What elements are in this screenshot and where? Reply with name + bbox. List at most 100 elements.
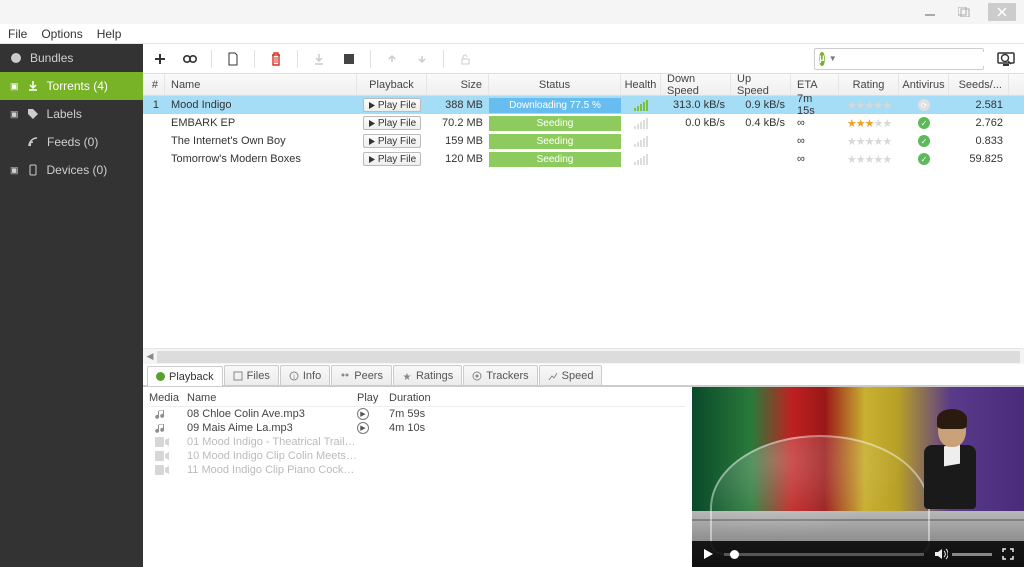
menu-options[interactable]: Options <box>41 27 82 41</box>
files-header: Media Name Play Duration <box>149 389 686 407</box>
file-row[interactable]: 10 Mood Indigo Clip Colin Meets Chl... <box>149 449 686 463</box>
torrent-row[interactable]: Tomorrow's Modern BoxesPlay File120 MBSe… <box>143 150 1024 168</box>
start-button[interactable] <box>310 50 328 68</box>
window-close-button[interactable] <box>988 3 1016 21</box>
menu-file[interactable]: File <box>8 27 27 41</box>
add-url-button[interactable] <box>181 50 199 68</box>
file-row[interactable]: 01 Mood Indigo - Theatrical Trailer.m... <box>149 435 686 449</box>
col-eta[interactable]: ETA <box>791 74 839 95</box>
cell-up: 0.4 kB/s <box>731 114 791 132</box>
window-minimize-button[interactable] <box>920 4 940 20</box>
cell-size: 120 MB <box>427 150 489 168</box>
cell-down <box>661 132 731 150</box>
sidebar-item-label: Labels <box>47 107 82 121</box>
expand-icon: ▣ <box>10 81 19 92</box>
col-file-name[interactable]: Name <box>187 392 357 404</box>
col-duration[interactable]: Duration <box>389 392 469 404</box>
play-file-button[interactable]: Play File <box>363 152 421 166</box>
bundles-icon <box>10 52 22 64</box>
cell-playback: Play File <box>357 114 427 132</box>
file-row[interactable]: 09 Mais Aime La.mp3▶4m 10s <box>149 421 686 435</box>
toolbar: µ ▼ <box>143 44 1024 74</box>
cell-down <box>661 150 731 168</box>
cell-health <box>621 150 661 168</box>
col-num[interactable]: # <box>143 74 165 95</box>
col-size[interactable]: Size <box>427 74 489 95</box>
cell-size: 70.2 MB <box>427 114 489 132</box>
col-down[interactable]: Down Speed <box>661 74 731 95</box>
col-health[interactable]: Health <box>621 74 661 95</box>
video-volume[interactable] <box>934 548 992 560</box>
file-play-button[interactable]: ▶ <box>357 408 369 420</box>
remote-button[interactable] <box>996 49 1016 69</box>
svg-text:★: ★ <box>403 372 412 381</box>
tab-files[interactable]: Files <box>224 365 279 385</box>
sidebar-item-devices[interactable]: ▣ Devices (0) <box>0 156 143 184</box>
add-torrent-button[interactable] <box>151 50 169 68</box>
remove-button[interactable] <box>267 50 285 68</box>
cell-size: 159 MB <box>427 132 489 150</box>
expand-icon: ▣ <box>10 165 19 176</box>
search-box[interactable]: µ ▼ <box>814 48 984 70</box>
create-torrent-button[interactable] <box>224 50 242 68</box>
file-duration: 7m 59s <box>389 408 469 420</box>
files-icon <box>233 371 243 381</box>
sidebar-item-labels[interactable]: ▣ Labels <box>0 100 143 128</box>
col-rating[interactable]: Rating <box>839 74 899 95</box>
window-maximize-button[interactable] <box>954 4 974 20</box>
file-play-button[interactable]: ▶ <box>357 422 369 434</box>
sidebar-item-feeds[interactable]: Feeds (0) <box>0 128 143 156</box>
chevron-down-icon[interactable]: ▼ <box>829 54 837 63</box>
video-play-button[interactable] <box>702 548 714 560</box>
speed-icon <box>548 371 558 381</box>
tab-playback[interactable]: Playback <box>147 366 223 386</box>
col-antivirus[interactable]: Antivirus <box>899 74 949 95</box>
unlock-button[interactable] <box>456 50 474 68</box>
scroll-track[interactable] <box>157 351 1020 363</box>
video-frame[interactable] <box>692 387 1024 567</box>
search-input[interactable] <box>841 52 996 66</box>
file-row[interactable]: 11 Mood Indigo Clip Piano Cocktails.... <box>149 463 686 477</box>
video-progress-bar[interactable] <box>724 553 924 556</box>
video-fullscreen-button[interactable] <box>1002 548 1014 560</box>
file-name: 09 Mais Aime La.mp3 <box>187 422 357 434</box>
torrent-row[interactable]: The Internet's Own BoyPlay File159 MBSee… <box>143 132 1024 150</box>
col-seeds[interactable]: Seeds/... <box>949 74 1009 95</box>
cell-num: 1 <box>143 96 165 114</box>
video-controls <box>692 541 1024 567</box>
tab-info[interactable]: iInfo <box>280 365 330 385</box>
sidebar: Bundles ▣ Torrents (4) ▣ Labels Feeds (0… <box>0 44 143 567</box>
menu-help[interactable]: Help <box>97 27 122 41</box>
move-down-button[interactable] <box>413 50 431 68</box>
sidebar-item-torrents[interactable]: ▣ Torrents (4) <box>0 72 143 100</box>
col-playback[interactable]: Playback <box>357 74 427 95</box>
play-file-button[interactable]: Play File <box>363 134 421 148</box>
sidebar-item-bundles[interactable]: Bundles <box>0 44 143 72</box>
cell-playback: Play File <box>357 96 427 114</box>
cell-eta: ∞ <box>791 114 839 132</box>
utorrent-icon: µ <box>819 52 825 66</box>
horizontal-scrollbar[interactable]: ◀ <box>143 348 1024 364</box>
torrent-row[interactable]: 1Mood IndigoPlay File388 MBDownloading 7… <box>143 96 1024 114</box>
col-status[interactable]: Status <box>489 74 621 95</box>
col-media[interactable]: Media <box>149 392 187 404</box>
play-file-button[interactable]: Play File <box>363 98 421 112</box>
stop-button[interactable] <box>340 50 358 68</box>
tab-speed[interactable]: Speed <box>539 365 603 385</box>
file-row[interactable]: 08 Chloe Colin Ave.mp3▶7m 59s <box>149 407 686 421</box>
col-name[interactable]: Name <box>165 74 357 95</box>
expand-icon: ▣ <box>10 109 19 120</box>
torrent-row[interactable]: EMBARK EPPlay File70.2 MBSeeding0.0 kB/s… <box>143 114 1024 132</box>
video-player <box>692 387 1024 567</box>
sidebar-item-label: Torrents (4) <box>47 79 108 93</box>
cell-num <box>143 150 165 168</box>
cell-seeds: 2.762 <box>949 114 1009 132</box>
play-file-button[interactable]: Play File <box>363 116 421 130</box>
scroll-left-icon[interactable]: ◀ <box>143 351 157 362</box>
col-up[interactable]: Up Speed <box>731 74 791 95</box>
tab-ratings[interactable]: ★Ratings <box>393 365 462 385</box>
move-up-button[interactable] <box>383 50 401 68</box>
col-file-play[interactable]: Play <box>357 392 389 404</box>
tab-trackers[interactable]: Trackers <box>463 365 537 385</box>
tab-peers[interactable]: Peers <box>331 365 392 385</box>
